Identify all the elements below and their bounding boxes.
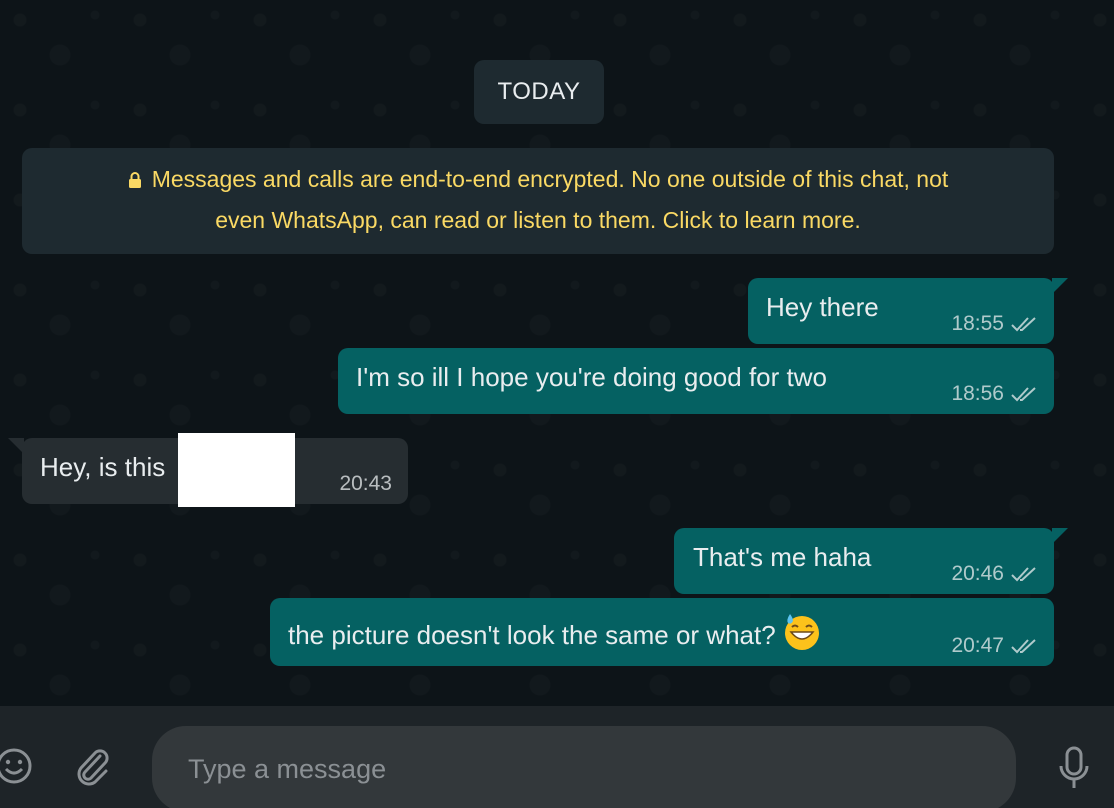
composer-bar (0, 706, 1114, 808)
message-bubble-outgoing[interactable]: That's me haha 20:46 (674, 528, 1068, 594)
microphone-icon (1059, 746, 1089, 788)
redaction-box (178, 433, 295, 507)
message-meta: 20:46 (951, 562, 1038, 586)
double-check-icon (1011, 567, 1036, 582)
whatsapp-chat-window: TODAY Messages and calls are end-to-end … (0, 0, 1114, 808)
bubble-tail (8, 438, 24, 454)
message-list[interactable]: TODAY Messages and calls are end-to-end … (0, 0, 1114, 706)
double-check-icon (1011, 639, 1036, 654)
message-time: 20:47 (951, 634, 1004, 657)
double-check-icon (1011, 387, 1036, 402)
message-time: 20:43 (339, 472, 392, 495)
message-bubble-outgoing[interactable]: the picture doesn't look the same or wha… (270, 598, 1054, 666)
message-text: I'm so ill I hope you're doing good for … (356, 362, 827, 392)
message-time: 20:46 (951, 562, 1004, 585)
message-meta: 20:47 (951, 634, 1038, 658)
bubble-tail (1052, 278, 1068, 294)
encryption-notice-line-1: Messages and calls are end-to-end encryp… (52, 159, 1024, 200)
message-text-content: the picture doesn't look the same or wha… (288, 620, 776, 650)
attach-button[interactable] (70, 744, 114, 788)
message-text: Hey, is this (40, 452, 166, 482)
grinning-face-with-sweat-emoji (784, 614, 819, 650)
message-time: 18:56 (951, 382, 1004, 405)
encryption-notice-text-1: Messages and calls are end-to-end encryp… (151, 166, 949, 192)
emoji-icon (0, 748, 32, 784)
message-text: That's me haha (693, 542, 872, 572)
bubble-tail (1052, 528, 1068, 544)
message-bubble-outgoing[interactable]: I'm so ill I hope you're doing good for … (338, 348, 1054, 414)
emoji-button[interactable] (0, 744, 36, 788)
message-time: 18:55 (951, 312, 1004, 335)
double-check-icon (1011, 317, 1036, 332)
lock-icon (128, 172, 141, 188)
date-chip: TODAY (474, 60, 604, 124)
message-meta: 18:55 (951, 312, 1038, 336)
message-text: Hey there (766, 292, 879, 322)
encryption-notice-line-2: even WhatsApp, can read or listen to the… (215, 207, 861, 233)
message-bubble-outgoing[interactable]: Hey there 18:55 (748, 278, 1068, 344)
message-text: the picture doesn't look the same or wha… (288, 612, 822, 652)
encryption-notice[interactable]: Messages and calls are end-to-end encryp… (22, 148, 1054, 254)
message-meta: 20:43 (339, 472, 392, 496)
message-input[interactable] (152, 726, 1016, 808)
voice-message-button[interactable] (1052, 742, 1096, 794)
paperclip-icon (77, 749, 109, 786)
message-meta: 18:56 (951, 382, 1038, 406)
